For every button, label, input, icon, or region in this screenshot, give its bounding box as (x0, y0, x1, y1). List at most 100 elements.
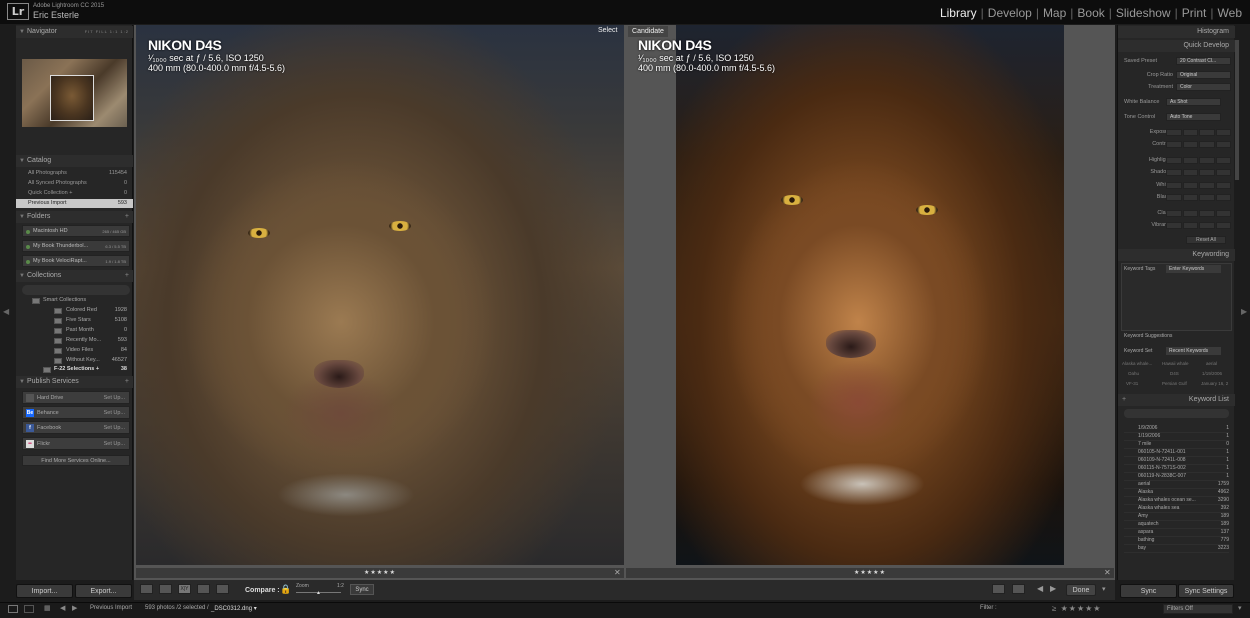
collection-item[interactable]: Colored Red 1928 (16, 306, 133, 316)
second-window-icon[interactable] (24, 605, 34, 613)
quick-develop-header[interactable]: Quick Develop (1118, 40, 1235, 52)
white-balance-dropdown[interactable]: As Shot (1166, 98, 1221, 106)
keyword-item[interactable]: 060105-N-7241L-001 1 (1124, 449, 1229, 457)
source-label[interactable]: Previous Import (90, 605, 132, 611)
keyword-set-item[interactable]: January 16, 2 (1201, 381, 1228, 386)
sync-zoom-button[interactable]: Sync (350, 584, 374, 595)
add-folder-icon[interactable]: + (125, 211, 129, 223)
close-icon[interactable]: ✕ (1104, 568, 1111, 578)
keyword-item[interactable]: Alaska whales sea 392 (1124, 505, 1229, 513)
previous-photo-icon[interactable]: ◀ (1037, 584, 1043, 593)
keyword-set-item[interactable]: Oahu (1128, 371, 1139, 376)
keyword-item[interactable]: aerial 1759 (1124, 481, 1229, 489)
adjust-buttons[interactable] (1166, 194, 1231, 201)
navigator-zoom-modes[interactable]: FIT FILL 1:1 1:2 (85, 26, 129, 38)
right-panel-scrollbar[interactable] (1235, 40, 1239, 180)
publish-service-behance[interactable]: Be Behance Set Up... (22, 406, 130, 419)
adjust-buttons[interactable] (1166, 222, 1231, 229)
folder-item[interactable]: My Book Thunderbol... 6.3 / 5.5 TB (22, 240, 130, 252)
collections-header[interactable]: ▼ Collections + (16, 270, 133, 282)
rating-filter[interactable]: ≥ ★★★★★ (1052, 604, 1101, 613)
add-publish-service-icon[interactable]: + (125, 376, 129, 388)
keyword-item[interactable]: Alaska whales ocean se... 3290 (1124, 497, 1229, 505)
import-button[interactable]: Import... (16, 584, 73, 598)
keyword-list-header[interactable]: + Keyword List (1118, 394, 1235, 406)
main-window-icon[interactable] (8, 605, 18, 613)
keyword-set-item[interactable]: Persian Gulf (1162, 381, 1187, 386)
swap-icon[interactable] (992, 584, 1005, 594)
catalog-item[interactable]: All Synced Photographs 0 (16, 179, 133, 188)
folder-item[interactable]: My Book VelociRapt... 1.9 / 1.8 TB (22, 255, 130, 267)
auto-tone-button[interactable]: Auto Tone (1166, 113, 1221, 121)
keyword-set-dropdown[interactable]: Recent Keywords (1166, 347, 1221, 355)
adjust-buttons[interactable] (1166, 129, 1231, 136)
candidate-photo[interactable] (676, 25, 1064, 565)
select-photo[interactable]: NIKON D4S ¹⁄₁₀₀₀ sec at ƒ / 5.6, ISO 125… (136, 25, 624, 565)
keyword-item[interactable]: Amy 189 (1124, 513, 1229, 521)
keyword-item[interactable]: bay 3223 (1124, 545, 1229, 553)
module-library[interactable]: Library (936, 6, 981, 20)
keyword-item[interactable]: 060119-N-2838C-007 1 (1124, 473, 1229, 481)
adjust-buttons[interactable] (1166, 157, 1231, 164)
publish-service-hard-drive[interactable]: Hard Drive Set Up... (22, 391, 130, 404)
keyword-item[interactable]: Alaska 4962 (1124, 489, 1229, 497)
keyword-filter-input[interactable] (1124, 409, 1229, 418)
keyword-tags-box[interactable] (1121, 263, 1232, 331)
module-slideshow[interactable]: Slideshow (1112, 6, 1175, 20)
close-icon[interactable]: ✕ (614, 568, 621, 578)
module-develop[interactable]: Develop (984, 6, 1036, 20)
keyword-item[interactable]: 060109-N-7241L-008 1 (1124, 457, 1229, 465)
add-keyword-icon[interactable]: + (1122, 394, 1126, 406)
catalog-header[interactable]: ▼ Catalog (16, 155, 133, 167)
keyword-item[interactable]: 1/9/2006 1 (1124, 425, 1229, 433)
navigator-header[interactable]: ▼ Navigator FIT FILL 1:1 1:2 (16, 26, 133, 38)
export-button[interactable]: Export... (75, 584, 132, 598)
keyword-set-item[interactable]: VF-31 (1126, 381, 1138, 386)
catalog-item-selected[interactable]: Previous Import 593 (16, 199, 133, 208)
sync-button[interactable]: Sync (1120, 584, 1177, 598)
keyword-tags-dropdown[interactable]: Enter Keywords (1166, 265, 1221, 273)
adjust-buttons[interactable] (1166, 169, 1231, 176)
saved-preset-dropdown[interactable]: 20 Contrast Cl... (1176, 57, 1231, 65)
collection-item[interactable]: Five Stars 5108 (16, 316, 133, 326)
select-rating-strip[interactable]: ★★★★★ (136, 568, 624, 578)
add-collection-icon[interactable]: + (125, 270, 129, 282)
sync-settings-button[interactable]: Sync Settings (1178, 584, 1234, 598)
left-panel-toggle-icon[interactable]: ◀ (3, 302, 9, 322)
histogram-header[interactable]: Histogram (1118, 26, 1235, 38)
grid-icon[interactable]: ▦ (44, 604, 51, 612)
done-button[interactable]: Done (1066, 584, 1096, 596)
keyword-item[interactable]: aquatech 189 (1124, 521, 1229, 529)
next-photo-icon[interactable]: ▶ (1050, 584, 1056, 593)
collections-filter-input[interactable] (22, 285, 130, 295)
keyword-set-item[interactable]: D4S (1170, 371, 1179, 376)
keyword-set-item[interactable]: aerial (1206, 361, 1217, 366)
keyword-item[interactable]: 7 mile 0 (1124, 441, 1229, 449)
filters-dropdown[interactable]: Filters Off (1163, 604, 1233, 614)
make-select-icon[interactable] (1012, 584, 1025, 594)
toolbar-menu-icon[interactable]: ▾ (1102, 585, 1106, 593)
module-map[interactable]: Map (1039, 6, 1070, 20)
keyword-set-item[interactable]: Hawaii whale (1162, 361, 1189, 366)
adjust-buttons[interactable] (1166, 182, 1231, 189)
module-web[interactable]: Web (1214, 6, 1246, 20)
loupe-view-icon[interactable] (159, 584, 172, 594)
adjust-buttons[interactable] (1166, 210, 1231, 217)
back-arrow-icon[interactable]: ◀ (60, 604, 65, 612)
keyword-item[interactable]: aspara 137 (1124, 529, 1229, 537)
reset-all-button[interactable]: Reset All (1186, 236, 1226, 244)
catalog-item[interactable]: All Photographs 115454 (16, 169, 133, 178)
publish-service-flickr[interactable]: •• Flickr Set Up... (22, 437, 130, 450)
keyword-item[interactable]: 1/19/2006 1 (1124, 433, 1229, 441)
catalog-item[interactable]: Quick Collection +0 (16, 189, 133, 198)
survey-view-icon[interactable] (197, 584, 210, 594)
module-print[interactable]: Print (1178, 6, 1211, 20)
candidate-rating-strip[interactable]: ★★★★★ (626, 568, 1114, 578)
adjust-buttons[interactable] (1166, 141, 1231, 148)
find-more-services-button[interactable]: Find More Services Online... (22, 455, 130, 466)
keyword-set-item[interactable]: 1/19/2006 (1202, 371, 1222, 376)
treatment-dropdown[interactable]: Color (1176, 83, 1231, 91)
keyword-item[interactable]: 060115-N-7571S-002 1 (1124, 465, 1229, 473)
current-filename[interactable]: _DSC0312.dng ▾ (211, 605, 257, 612)
filmstrip-toggle-icon[interactable]: ▾ (1238, 604, 1242, 612)
